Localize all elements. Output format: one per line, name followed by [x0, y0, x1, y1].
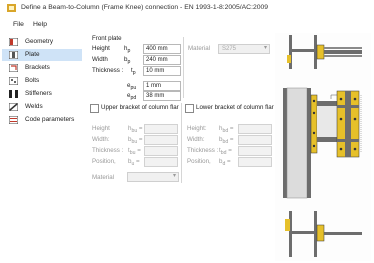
- stiffeners-icon: [9, 90, 18, 98]
- chevron-down-icon: ▾: [172, 173, 176, 179]
- divider: [183, 37, 184, 98]
- sidebar-item-geometry[interactable]: Geometry: [2, 36, 82, 48]
- upper-position-label: Position,: [92, 158, 116, 165]
- lower-position-symbol: bd =: [219, 158, 231, 168]
- upper-width-input[interactable]: [144, 135, 178, 145]
- plate-material-label: Material: [188, 45, 211, 52]
- plate-icon: [9, 51, 18, 59]
- plate-epu-input[interactable]: 1 mm: [143, 81, 181, 91]
- lower-width-label: Width:: [187, 136, 205, 143]
- lower-position-label: Position,: [187, 158, 211, 165]
- sidebar-item-welds[interactable]: Welds: [2, 101, 82, 113]
- sidebar-item-stiffeners[interactable]: Stiffeners: [2, 88, 82, 100]
- menu-file[interactable]: File: [13, 21, 24, 28]
- upper-material-label: Material: [92, 174, 115, 181]
- upper-thickness-input[interactable]: [144, 146, 178, 156]
- lower-thickness-input[interactable]: [238, 146, 272, 156]
- plate-thickness-symbol: tp: [131, 67, 136, 77]
- lower-height-label: Height:: [187, 125, 207, 132]
- geometry-icon: [9, 38, 18, 46]
- plate-material-value: S275: [222, 46, 237, 52]
- upper-height-input[interactable]: [144, 124, 178, 134]
- sidebar-item-label: Plate: [25, 51, 40, 58]
- lower-bracket-checkbox[interactable]: [185, 104, 194, 113]
- welds-icon: [9, 103, 18, 111]
- lower-width-input[interactable]: [238, 135, 272, 145]
- sidebar-item-code-parameters[interactable]: Code parameters: [2, 114, 82, 126]
- front-plate-title: Front plate: [92, 35, 122, 42]
- upper-position-symbol: bu =: [128, 158, 140, 168]
- connection-diagram: [283, 35, 362, 257]
- plate-height-symbol: hp: [124, 45, 131, 55]
- sidebar-item-label: Bolts: [25, 77, 40, 84]
- lower-thickness-label: Thickness :: [187, 147, 219, 154]
- upper-thickness-label: Thickness :: [92, 147, 124, 154]
- upper-material-select[interactable]: ▾: [127, 172, 179, 182]
- plate-material-select[interactable]: S275 ▾: [218, 44, 270, 54]
- upper-bracket-checkbox[interactable]: [90, 104, 99, 113]
- plate-thickness-label: Thickness :: [92, 67, 124, 74]
- plate-thickness-input[interactable]: 10 mm: [143, 66, 181, 76]
- sidebar-item-brackets[interactable]: Brackets: [2, 62, 82, 74]
- upper-position-input[interactable]: [144, 157, 178, 167]
- upper-height-symbol: hbu =: [128, 125, 143, 135]
- sidebar-item-plate[interactable]: Plate: [2, 49, 82, 61]
- upper-thickness-symbol: tbu =: [128, 147, 141, 157]
- lower-position-input[interactable]: [238, 157, 272, 167]
- window-title: Define a Beam-to-Column (Frame Knee) con…: [21, 4, 269, 11]
- title-bar: Define a Beam-to-Column (Frame Knee) con…: [0, 0, 374, 16]
- sidebar-item-bolts[interactable]: Bolts: [2, 75, 82, 87]
- plate-width-label: Width: [92, 56, 108, 63]
- plate-width-symbol: bp: [124, 56, 131, 66]
- app-icon: [7, 4, 16, 12]
- sidebar: Geometry Plate Brackets Bolts Stiffeners: [0, 34, 84, 262]
- code-parameters-icon: [9, 116, 18, 124]
- connection-drawing: [275, 33, 371, 261]
- lower-width-symbol: bbd =: [219, 136, 234, 146]
- plate-height-input[interactable]: 400 mm: [143, 44, 181, 54]
- upper-width-symbol: bbu =: [128, 136, 143, 146]
- bolts-icon: [9, 77, 18, 85]
- sidebar-item-label: Brackets: [25, 64, 50, 71]
- sidebar-item-label: Welds: [25, 103, 43, 110]
- plate-width-input[interactable]: 240 mm: [143, 55, 181, 65]
- sidebar-item-label: Geometry: [25, 38, 54, 45]
- upper-width-label: Width:: [92, 136, 110, 143]
- chevron-down-icon: ▾: [263, 45, 267, 51]
- menu-help[interactable]: Help: [33, 21, 47, 28]
- menu-bar: [0, 17, 374, 30]
- upper-bracket-label: Upper bracket of column flar: [101, 104, 179, 111]
- lower-bracket-label: Lower bracket of column flar: [196, 104, 274, 111]
- plate-height-label: Height: [92, 45, 110, 52]
- lower-height-symbol: hbd =: [219, 125, 234, 135]
- brackets-icon: [9, 64, 18, 72]
- plate-epd-input[interactable]: 38 mm: [143, 91, 181, 101]
- sidebar-item-label: Stiffeners: [25, 90, 52, 97]
- lower-height-input[interactable]: [238, 124, 272, 134]
- sidebar-item-label: Code parameters: [25, 116, 75, 123]
- upper-height-label: Height: [92, 125, 110, 132]
- divider: [181, 103, 182, 183]
- lower-thickness-symbol: tbd =: [219, 147, 232, 157]
- plate-epd-symbol: epd: [127, 92, 137, 102]
- plate-epu-symbol: epu: [127, 82, 137, 92]
